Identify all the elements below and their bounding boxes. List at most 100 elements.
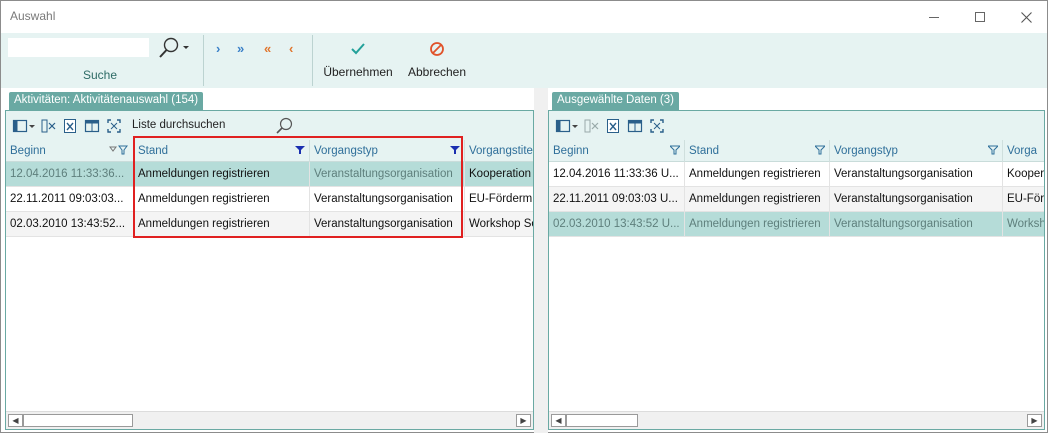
chevron-down-icon[interactable] bbox=[28, 118, 36, 134]
columns-icon[interactable] bbox=[12, 118, 28, 134]
filter-icon[interactable] bbox=[988, 145, 998, 155]
column-header-vorgangstitel[interactable]: Vorga bbox=[1003, 140, 1044, 162]
scroll-left-arrow[interactable]: ◀ bbox=[8, 414, 23, 427]
filter-icon[interactable] bbox=[815, 145, 825, 155]
column-header-vorgangstyp[interactable]: Vorgangstyp bbox=[830, 140, 1003, 162]
cell-vorgangstitel: EU-För bbox=[1007, 193, 1045, 205]
list-search-label: Liste durchsuchen bbox=[132, 119, 226, 131]
search-icon bbox=[159, 37, 179, 58]
cell-vorgangstyp: Veranstaltungsorganisation bbox=[310, 162, 465, 187]
add-selected-button[interactable]: › bbox=[216, 41, 220, 56]
column-header-label: Vorga bbox=[1007, 145, 1038, 157]
maximize-button[interactable] bbox=[957, 1, 1003, 33]
remove-all-button[interactable]: « bbox=[264, 41, 271, 56]
column-header-label: Vorgangstyp bbox=[834, 145, 898, 157]
table-row[interactable]: 12.04.2016 11:33:36 U... Anmeldungen reg… bbox=[549, 162, 1044, 187]
right-grid-header: Beginn Stand Vorgangstyp Vorga bbox=[549, 140, 1044, 162]
minimize-button[interactable] bbox=[911, 1, 957, 33]
search-input[interactable] bbox=[7, 37, 150, 58]
column-header-label: Stand bbox=[689, 145, 720, 157]
left-grid-header: Beginn Stand Vorgangstyp Vorgangstitel bbox=[6, 140, 533, 162]
scroll-right-arrow[interactable]: ▶ bbox=[1027, 414, 1042, 427]
clear-filter-icon[interactable] bbox=[583, 118, 599, 134]
cell-vorgangstitel: Workshop So bbox=[469, 218, 534, 230]
left-panel-toolbar: Liste durchsuchen bbox=[6, 111, 533, 140]
cell-beginn: 12.04.2016 11:33:36 U... bbox=[549, 162, 685, 187]
title-bar: Auswahl bbox=[1, 1, 1047, 33]
minimize-icon bbox=[929, 16, 939, 18]
filter-active-icon[interactable] bbox=[450, 145, 460, 155]
scrollbar-thumb[interactable] bbox=[566, 414, 638, 427]
fit-columns-icon[interactable] bbox=[649, 118, 665, 134]
search-button[interactable] bbox=[156, 36, 198, 60]
excel-export-icon[interactable] bbox=[62, 118, 78, 134]
ribbon-toolbar: Suche › » « ‹ Übernehmen Abbrechen bbox=[1, 33, 1047, 88]
column-header-label: Beginn bbox=[10, 145, 46, 157]
activity-selection-panel: Liste durchsuchen Beginn Stand Vorgangst… bbox=[5, 110, 534, 430]
apply-button[interactable]: Übernehmen bbox=[321, 41, 395, 79]
add-all-button[interactable]: » bbox=[237, 41, 244, 56]
ribbon-divider bbox=[203, 35, 204, 86]
column-header-label: Stand bbox=[138, 145, 169, 157]
column-header-vorgangstyp[interactable]: Vorgangstyp bbox=[310, 140, 465, 162]
checkmark-icon bbox=[321, 41, 395, 59]
window-title: Auswahl bbox=[10, 9, 56, 23]
column-header-beginn[interactable]: Beginn bbox=[6, 140, 134, 162]
remove-selected-button[interactable]: ‹ bbox=[289, 41, 293, 56]
cell-beginn: 02.03.2010 13:43:52 U... bbox=[549, 212, 685, 237]
table-row[interactable]: 12.04.2016 11:33:36... Anmeldungen regis… bbox=[6, 162, 533, 187]
ribbon-divider bbox=[312, 35, 313, 86]
cancel-label: Abbrechen bbox=[407, 65, 467, 79]
table-view-icon[interactable] bbox=[84, 118, 100, 134]
cell-beginn: 22.11.2011 09:03:03 U... bbox=[549, 187, 685, 212]
sort-filter-icon[interactable] bbox=[109, 145, 129, 155]
cell-vorgangstyp: Veranstaltungsorganisation bbox=[310, 187, 465, 212]
close-button[interactable] bbox=[1003, 1, 1048, 33]
scroll-right-arrow[interactable]: ▶ bbox=[516, 414, 531, 427]
search-caption: Suche bbox=[82, 68, 118, 82]
chevron-down-icon bbox=[183, 46, 189, 49]
table-row[interactable]: 22.11.2011 09:03:03 U... Anmeldungen reg… bbox=[549, 187, 1044, 212]
maximize-icon bbox=[975, 12, 985, 22]
filter-active-icon[interactable] bbox=[295, 145, 305, 155]
left-panel-tab: Aktivitäten: Aktivitätenauswahl (154) bbox=[9, 92, 204, 110]
cancel-icon bbox=[405, 41, 469, 59]
left-horizontal-scrollbar[interactable]: ◀ ▶ bbox=[6, 411, 533, 429]
columns-icon[interactable] bbox=[555, 118, 571, 134]
table-row[interactable]: 02.03.2010 13:43:52 U... Anmeldungen reg… bbox=[549, 212, 1044, 237]
cell-vorgangstitel: Kooperation bbox=[469, 168, 532, 180]
right-horizontal-scrollbar[interactable]: ◀ ▶ bbox=[549, 411, 1044, 429]
table-row[interactable]: 22.11.2011 09:03:03... Anmeldungen regis… bbox=[6, 187, 533, 212]
column-header-vorgangstitel[interactable]: Vorgangstitel bbox=[465, 140, 534, 162]
table-view-icon[interactable] bbox=[627, 118, 643, 134]
cell-vorgangstyp: Veranstaltungsorganisation bbox=[830, 212, 1003, 237]
scroll-left-arrow[interactable]: ◀ bbox=[551, 414, 566, 427]
column-header-label: Beginn bbox=[553, 145, 589, 157]
filter-icon[interactable] bbox=[670, 145, 680, 155]
list-search-icon[interactable] bbox=[274, 116, 294, 136]
cell-beginn: 12.04.2016 11:33:36... bbox=[6, 162, 134, 187]
cancel-button[interactable]: Abbrechen bbox=[405, 41, 469, 79]
fit-columns-icon[interactable] bbox=[106, 118, 122, 134]
column-header-label: Vorgangstitel bbox=[469, 145, 534, 157]
close-icon bbox=[1020, 11, 1032, 23]
selected-data-panel: Beginn Stand Vorgangstyp Vorga 12.04.201… bbox=[548, 110, 1045, 430]
selection-window: Auswahl Suche › » « ‹ Übernehmen Abbrech… bbox=[0, 0, 1048, 433]
column-header-label: Vorgangstyp bbox=[314, 145, 378, 157]
apply-label: Übernehmen bbox=[323, 65, 393, 79]
column-header-stand[interactable]: Stand bbox=[134, 140, 310, 162]
panel-splitter[interactable] bbox=[534, 88, 548, 433]
clear-filter-icon[interactable] bbox=[40, 118, 56, 134]
cell-vorgangstitel: EU-Fördermi bbox=[469, 193, 534, 205]
chevron-down-icon[interactable] bbox=[571, 118, 579, 134]
excel-export-icon[interactable] bbox=[605, 118, 621, 134]
table-row[interactable]: 02.03.2010 13:43:52... Anmeldungen regis… bbox=[6, 212, 533, 237]
cell-beginn: 02.03.2010 13:43:52... bbox=[6, 212, 134, 237]
column-header-beginn[interactable]: Beginn bbox=[549, 140, 685, 162]
cell-vorgangstyp: Veranstaltungsorganisation bbox=[830, 162, 1003, 187]
cell-stand: Anmeldungen registrieren bbox=[134, 212, 310, 237]
cell-vorgangstyp: Veranstaltungsorganisation bbox=[310, 212, 465, 237]
cell-vorgangstyp: Veranstaltungsorganisation bbox=[830, 187, 1003, 212]
column-header-stand[interactable]: Stand bbox=[685, 140, 830, 162]
scrollbar-thumb[interactable] bbox=[23, 414, 133, 427]
